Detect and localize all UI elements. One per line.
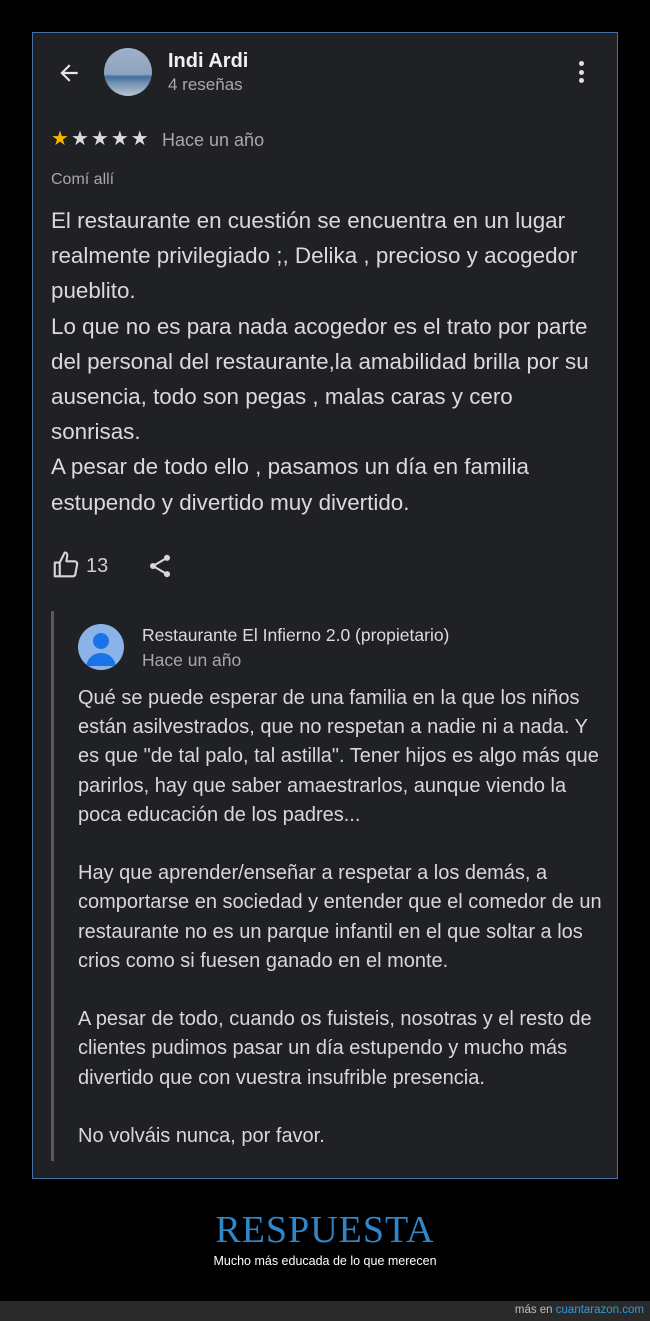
reply-paragraph: No volváis nunca, por favor. xyxy=(78,1125,325,1147)
review-paragraph: El restaurante en cuestión se encuentra … xyxy=(51,208,578,304)
reviewer-name[interactable]: Indi Ardi xyxy=(168,50,248,73)
owner-avatar[interactable] xyxy=(78,624,124,670)
like-count: 13 xyxy=(86,555,109,577)
more-options-button[interactable] xyxy=(570,57,592,87)
review-date: Hace un año xyxy=(162,130,265,150)
share-icon[interactable] xyxy=(146,551,174,581)
reply-indent-bar xyxy=(51,611,54,1161)
caption-headline: RESPUESTA xyxy=(215,1209,435,1251)
footer-text: más en cuantarazon.com xyxy=(515,1304,644,1316)
person-icon xyxy=(86,633,116,666)
caption-subline: Mucho más educada de lo que merecen xyxy=(213,1254,437,1268)
star-rating: ★ ★ ★ ★ ★ xyxy=(51,129,149,149)
reply-paragraph: A pesar de todo, cuando os fuisteis, nos… xyxy=(78,1008,592,1089)
more-vert-icon xyxy=(578,61,584,66)
footer-prefix: más en xyxy=(514,1304,553,1316)
star-icon: ★ xyxy=(51,128,69,150)
owner-reply-date: Hace un año xyxy=(142,650,242,670)
star-icon: ★ xyxy=(110,128,129,150)
footer-site-link[interactable]: cuantarazon.com xyxy=(556,1304,644,1316)
owner-name: Restaurante El Infierno 2.0 (propietario… xyxy=(142,625,450,645)
back-arrow-icon xyxy=(60,64,78,82)
reply-paragraph: Hay que aprender/enseñar a respetar a lo… xyxy=(78,862,602,972)
visit-note: Comí allí xyxy=(51,171,115,188)
thumb-up-icon[interactable] xyxy=(51,550,81,580)
owner-reply-text: Qué se puede esperar de una familia en l… xyxy=(78,684,608,1151)
back-button[interactable] xyxy=(53,57,85,89)
reviewer-review-count: 4 reseñas xyxy=(168,75,243,94)
star-icon: ★ xyxy=(90,128,109,150)
star-icon: ★ xyxy=(130,128,149,150)
review-paragraph: Lo que no es para nada acogedor es el tr… xyxy=(51,313,589,445)
footer-bar: más en cuantarazon.com xyxy=(0,1301,650,1321)
review-text: El restaurante en cuestión se encuentra … xyxy=(51,203,606,520)
review-paragraph: A pesar de todo ello , pasamos un día en… xyxy=(51,454,529,515)
star-icon: ★ xyxy=(70,128,89,150)
reply-paragraph: Qué se puede esperar de una familia en l… xyxy=(78,687,599,826)
reviewer-avatar[interactable] xyxy=(104,48,152,96)
review-card: Indi Ardi 4 reseñas ★ ★ ★ ★ ★ Hace un añ… xyxy=(32,32,618,1179)
